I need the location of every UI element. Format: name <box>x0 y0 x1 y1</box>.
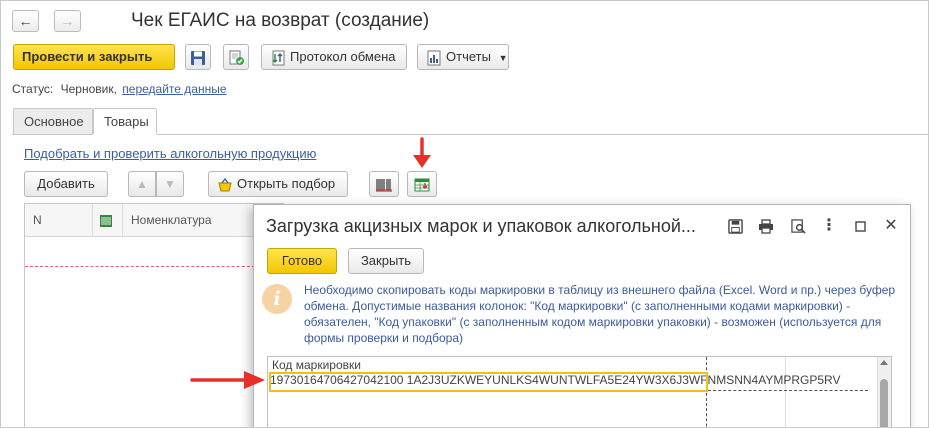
dialog-title: Загрузка акцизных марок и упаковок алког… <box>266 216 696 236</box>
reports-icon <box>427 50 441 66</box>
barcode-button[interactable] <box>369 171 399 197</box>
scroll-up-icon[interactable] <box>880 360 888 365</box>
tab-goods[interactable]: Товары <box>93 108 157 135</box>
open-selection-label: Открыть подбор <box>237 176 336 191</box>
preview-icon <box>790 218 806 234</box>
basket-icon <box>218 177 232 192</box>
post-document-button[interactable] <box>223 44 249 70</box>
main-window: ← → Чек ЕГАИС на возврат (создание) Пров… <box>0 0 929 428</box>
reports-dropdown[interactable]: Отчеты ▼ <box>417 44 509 70</box>
more-vertical-icon: ⋮ <box>821 217 837 234</box>
cell-boundary <box>706 357 707 427</box>
post-and-close-button[interactable]: Провести и закрыть <box>13 44 175 70</box>
reports-label: Отчеты <box>446 49 491 64</box>
dialog-more-button[interactable]: ⋮ <box>818 215 840 237</box>
floppy-disk-icon <box>191 50 205 65</box>
forward-button[interactable]: → <box>54 10 81 32</box>
status-label: Статус: <box>12 82 54 96</box>
arrow-up-icon: ▲ <box>136 177 148 191</box>
column-header-stamp-code[interactable]: Код маркировки <box>272 358 361 372</box>
column-header-stamp[interactable] <box>93 204 123 237</box>
dialog-preview-button[interactable] <box>787 215 809 237</box>
maximize-icon <box>854 220 866 232</box>
done-button[interactable]: Готово <box>267 248 337 274</box>
exchange-log-label: Протокол обмена <box>290 49 396 64</box>
post-document-icon <box>229 50 244 65</box>
column-header-n[interactable]: N <box>25 204 93 237</box>
add-button[interactable]: Добавить <box>24 171 108 197</box>
row-divider <box>25 266 285 267</box>
back-button[interactable]: ← <box>12 10 39 32</box>
active-tab-gap <box>93 134 157 135</box>
stamp-column-icon <box>100 214 112 227</box>
column-separator <box>785 357 786 427</box>
cell-underline <box>708 390 868 391</box>
scroll-thumb[interactable] <box>880 379 888 427</box>
barcode-icon <box>376 178 392 192</box>
highlight-frame <box>269 372 708 392</box>
close-button[interactable]: Закрыть <box>348 248 424 274</box>
goods-table-header: N Номенклатура <box>25 204 284 237</box>
import-hint-text: Необходимо скопировать коды маркировки в… <box>304 283 896 345</box>
dialog-print-button[interactable] <box>755 215 777 237</box>
annotation-arrow-right-icon <box>190 371 265 389</box>
page-title: Чек ЕГАИС на возврат (создание) <box>131 10 430 31</box>
info-icon: i <box>262 284 292 314</box>
exchange-icon <box>272 50 285 66</box>
tab-main[interactable]: Основное <box>13 108 93 134</box>
dialog-close-button[interactable]: ✕ <box>880 215 902 237</box>
status-value: Черновик, <box>60 82 117 96</box>
load-table-icon <box>414 178 430 192</box>
floppy-disk-icon <box>727 218 743 234</box>
send-data-link[interactable]: передайте данные <box>122 82 226 96</box>
exchange-log-button[interactable]: Протокол обмена <box>261 44 407 70</box>
move-down-button[interactable]: ▼ <box>156 171 184 197</box>
arrow-left-icon: ← <box>18 13 33 29</box>
arrow-down-icon: ▼ <box>164 177 176 191</box>
close-icon: ✕ <box>884 217 898 234</box>
dialog-save-button[interactable] <box>724 215 746 237</box>
load-stamps-button[interactable] <box>407 171 437 197</box>
stamps-table: Код маркировки 19730164706427042100 1A2J… <box>267 356 892 427</box>
pick-alcohol-link[interactable]: Подобрать и проверить алкогольную продук… <box>24 146 316 161</box>
move-up-button[interactable]: ▲ <box>128 171 156 197</box>
table-scrollbar[interactable] <box>877 357 891 427</box>
printer-icon <box>759 218 773 234</box>
status-line: Статус: Черновик, передайте данные <box>12 82 227 96</box>
annotation-arrow-down-icon <box>413 137 431 168</box>
load-stamps-dialog: Загрузка акцизных марок и упаковок алког… <box>253 204 911 427</box>
dialog-maximize-button[interactable] <box>849 215 871 237</box>
save-button[interactable] <box>185 44 211 70</box>
chevron-down-icon: ▼ <box>498 53 508 63</box>
goods-table: N Номенклатура <box>24 203 285 427</box>
open-selection-button[interactable]: Открыть подбор <box>208 171 348 197</box>
arrow-right-icon: → <box>60 13 75 29</box>
